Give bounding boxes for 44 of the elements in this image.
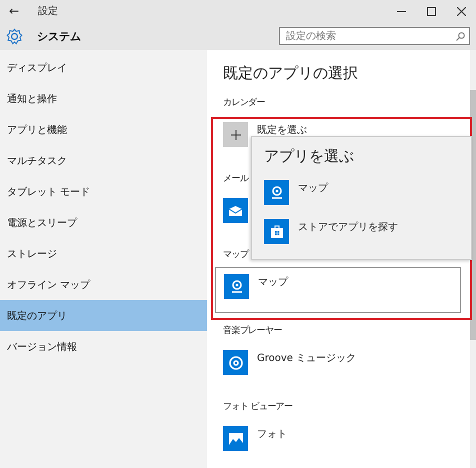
map-pin-icon: [230, 280, 242, 294]
sidebar-item[interactable]: 通知と操作: [0, 83, 207, 114]
envelope-icon: [229, 206, 242, 216]
flyout-option[interactable]: ストアでアプリを探す: [264, 219, 459, 244]
app-name: 既定を選ぶ: [257, 124, 307, 137]
store-bag-icon: [270, 225, 282, 238]
category-label: メール: [223, 173, 250, 185]
disc-icon: [228, 356, 242, 370]
sidebar-item[interactable]: バージョン情報: [0, 331, 207, 362]
flyout-title: アプリを選ぶ: [264, 147, 355, 166]
app-name: ストアでアプリを探す: [298, 220, 398, 234]
search-icon: [456, 32, 465, 40]
app-picker-button[interactable]: マップ: [215, 267, 461, 313]
app-name: マップ: [298, 182, 328, 195]
sidebar-item[interactable]: オフライン マップ: [0, 269, 207, 300]
app-name: Groove ミュージック: [257, 352, 356, 365]
window-title: 設定: [38, 4, 59, 18]
settings-icon: [6, 28, 23, 44]
image-icon: [228, 432, 242, 444]
search-input[interactable]: 設定の検索: [284, 30, 456, 42]
sidebar-item[interactable]: マルチタスク: [0, 145, 207, 176]
page-title: システム: [37, 28, 82, 44]
app-tile[interactable]: [223, 350, 248, 375]
sidebar-item[interactable]: 電源とスリープ: [0, 207, 207, 238]
sidebar-item[interactable]: アプリと機能: [0, 114, 207, 145]
app-tile[interactable]: [223, 198, 248, 223]
category-label: 音楽プレーヤー: [223, 325, 283, 337]
sidebar-item[interactable]: タブレット モード: [0, 176, 207, 207]
sidebar-item[interactable]: 既定のアプリ: [0, 300, 207, 331]
search-field[interactable]: 設定の検索: [279, 27, 470, 45]
plus-icon: [230, 130, 240, 140]
sidebar-item[interactable]: ストレージ: [0, 238, 207, 269]
sidebar-item[interactable]: ディスプレイ: [0, 52, 207, 83]
category-label: フォト ビューアー: [223, 401, 294, 413]
app-name: フォト: [257, 428, 287, 441]
map-pin-icon: [270, 186, 282, 200]
section-title: 既定のアプリの選択: [223, 64, 359, 82]
flyout-option[interactable]: マップ: [264, 180, 459, 205]
app-tile[interactable]: [223, 122, 248, 147]
back-button[interactable]: ←: [0, 4, 28, 18]
category-label: カレンダー: [223, 97, 266, 109]
category-label: マップ: [223, 249, 250, 261]
app-tile[interactable]: [223, 426, 248, 451]
app-name: マップ: [258, 276, 288, 289]
